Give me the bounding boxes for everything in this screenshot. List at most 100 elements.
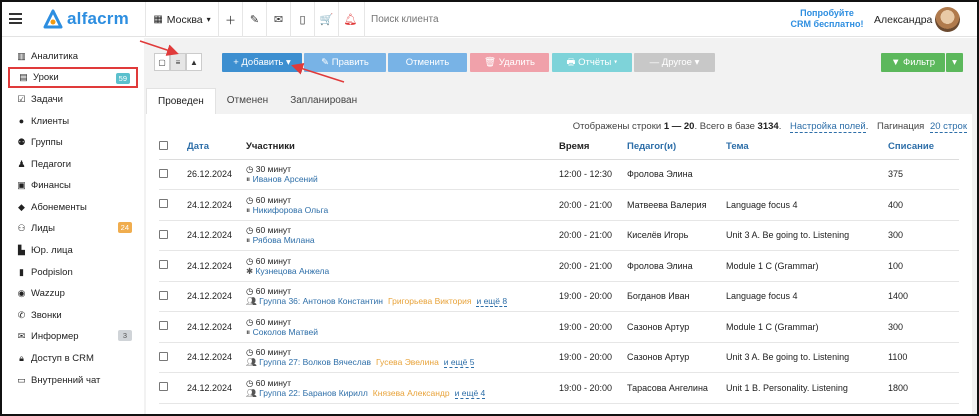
sidebar-item-tasks[interactable]: ☑ Задачи <box>8 89 138 109</box>
logo[interactable]: alfacrm <box>42 8 129 30</box>
participant-link[interactable]: Рябова Милана <box>253 235 315 245</box>
list-view-icon[interactable]: ≡ <box>170 53 186 71</box>
other-participant-link[interactable]: Григорьева Виктория <box>388 296 471 306</box>
envelope-icon[interactable]: ✉ <box>266 2 290 37</box>
reports-button[interactable]: 🖶 Отчёты ▾ <box>552 53 632 72</box>
col-topic[interactable]: Тема <box>726 135 888 160</box>
col-participants: Участники <box>246 135 559 160</box>
lessons-count-badge: 59 <box>115 73 130 84</box>
participants-line: ✱ Кузнецова Анжела <box>246 266 559 276</box>
sidebar-item-leads[interactable]: ⚇ Лиды 24 <box>8 218 138 238</box>
other-participant-link[interactable]: Князева Александр <box>373 388 450 398</box>
row-checkbox[interactable] <box>159 229 168 239</box>
wrench-icon[interactable]: ✎ <box>242 2 266 37</box>
sidebar-item-label: Аналитика <box>31 50 79 62</box>
cell-participants: ◷ 60 минут ⏸︎ Соколов Матвей <box>246 311 559 343</box>
filter-button[interactable]: ▼ Фильтр <box>881 53 945 72</box>
pagination-select[interactable]: 20 строк <box>929 121 967 133</box>
app-window: alfacrm ▦ Москва ▾ ＋ ✎ ✉ ▯ 🛒 🔔︎ Попробуй… <box>0 0 979 416</box>
client-search[interactable] <box>364 2 614 37</box>
row-checkbox[interactable] <box>159 260 168 270</box>
table-row[interactable]: 24.12.2024 ◷ 60 минут 👥︎ Группа 22: Барано… <box>159 372 959 404</box>
table-row[interactable]: 24.12.2024 ◷ 60 минут ⏸︎ Никифорова Ольга 2… <box>159 189 959 221</box>
row-checkbox[interactable] <box>159 168 168 178</box>
participants-line: 👥︎ Группа 36: Антонов Константин Григорье… <box>246 296 559 308</box>
add-button[interactable]: + Добавить ▾ <box>222 53 302 72</box>
table-row[interactable]: 24.12.2024 ◷ 60 минут ⏸︎ Соколов Матвей 19:… <box>159 311 959 343</box>
other-participant-link[interactable]: Гусева Эвелина <box>376 357 439 367</box>
select-all-checkbox[interactable] <box>159 140 168 150</box>
try-crm-free-link[interactable]: Попробуйте CRM бесплатно! <box>787 8 867 30</box>
clock-icon: ◷ <box>246 286 256 297</box>
participant-link[interactable]: Никифорова Ольга <box>253 205 329 215</box>
phone-icon[interactable]: ▯ <box>290 2 314 37</box>
promo-line-2: CRM бесплатно! <box>790 19 864 29</box>
branch-select[interactable]: ▦ Москва ▾ <box>145 2 218 37</box>
sidebar-item-clients[interactable]: ● Клиенты <box>8 111 138 131</box>
table-row[interactable]: 24.12.2024 ◷ 60 минут 👥︎ Группа 27: Волков… <box>159 342 959 373</box>
participant-link[interactable]: Иванов Арсений <box>253 174 318 184</box>
col-date[interactable]: Дата <box>187 135 246 160</box>
row-checkbox[interactable] <box>159 382 168 392</box>
other-button[interactable]: — Другое ▾ <box>634 53 715 72</box>
col-teachers[interactable]: Педагог(и) <box>627 135 726 160</box>
sidebar-item-podpislon[interactable]: ▮ Podpislon <box>8 262 138 282</box>
row-checkbox[interactable] <box>159 199 168 209</box>
row-checkbox[interactable] <box>159 290 168 300</box>
participant-link[interactable]: Кузнецова Анжела <box>255 266 329 276</box>
sidebar-item-lessons[interactable]: ▤ Уроки 59 <box>8 67 138 88</box>
field-settings-link[interactable]: Настройка полей <box>789 121 866 133</box>
edit-button[interactable]: ✎ Править <box>304 53 386 72</box>
participant-link[interactable]: Группа 22: Баранов Кирилл <box>259 388 368 398</box>
user-name[interactable]: Александра <box>874 14 932 26</box>
sidebar-item-groups[interactable]: ⚉ Группы <box>8 132 138 152</box>
avatar[interactable] <box>935 7 960 32</box>
cap-view-icon[interactable]: ▲ <box>186 53 202 71</box>
sidebar-item-subscriptions[interactable]: ◆ Абонементы <box>8 197 138 217</box>
sidebar-item-teachers[interactable]: ♟ Педагоги <box>8 154 138 174</box>
promo-line-1: Попробуйте <box>800 8 854 18</box>
sidebar-item-internal-chat[interactable]: ▭ Внутренний чат <box>8 370 138 390</box>
plus-icon[interactable]: ＋ <box>218 2 242 37</box>
cancel-button[interactable]: Отменить <box>388 53 467 72</box>
bell-icon[interactable]: 🔔︎ <box>338 2 362 37</box>
sidebar-item-wazzup[interactable]: ◉ Wazzup <box>8 283 138 303</box>
filter-dropdown-button[interactable]: ▾ <box>946 53 963 72</box>
group-icon: 👥︎ <box>246 387 260 398</box>
participants-line: ⏸︎ Никифорова Ольга <box>246 205 559 215</box>
cell-date: 24.12.2024 <box>187 311 246 343</box>
menu-icon[interactable] <box>9 13 22 24</box>
clock-icon: ◷ <box>246 164 256 175</box>
tab-completed[interactable]: Проведен <box>146 88 216 114</box>
sidebar-item-informer[interactable]: ✉ Информер 3 <box>8 326 138 346</box>
sidebar-item-analytics[interactable]: ▥ Аналитика <box>8 46 138 66</box>
search-input[interactable] <box>371 14 571 25</box>
participants-line: 👥︎ Группа 27: Волков Вячеслав Гусева Эвел… <box>246 357 559 369</box>
table-row[interactable]: 24.12.2024 ◷ 60 минут ⏸︎ Рябова Милана 20:0… <box>159 220 959 251</box>
cart-icon[interactable]: 🛒 <box>314 2 338 37</box>
more-participants-link[interactable]: и ещё 4 <box>454 387 486 399</box>
col-charge[interactable]: Списание <box>888 135 959 160</box>
more-participants-link[interactable]: и ещё 8 <box>476 296 508 308</box>
sidebar-item-crm-access[interactable]: 🔒︎ Доступ в CRM <box>8 348 138 368</box>
more-participants-link[interactable]: и ещё 5 <box>443 357 475 369</box>
table-row[interactable]: 26.12.2024 ◷ 30 минут ⏸︎ Иванов Арсений 12:… <box>159 159 959 190</box>
participant-link[interactable]: Группа 27: Волков Вячеслав <box>259 357 371 367</box>
tab-planned[interactable]: Запланирован <box>279 88 368 114</box>
cell-time: 12:00 - 12:30 <box>559 159 627 190</box>
table-row[interactable]: 24.12.2024 ◷ 60 минут ✱ Кузнецова Анжела 20… <box>159 250 959 282</box>
participant-link[interactable]: Группа 36: Антонов Константин <box>259 296 383 306</box>
delete-button[interactable]: 🗑 Удалить <box>470 53 549 72</box>
row-checkbox[interactable] <box>159 321 168 331</box>
participant-link[interactable]: Соколов Матвей <box>253 327 318 337</box>
calendar-view-icon[interactable]: ▢ <box>154 53 170 71</box>
table-row[interactable]: 24.12.2024 ◷ 60 минут 👥︎ Группа 36: Антоно… <box>159 281 959 312</box>
sidebar-item-finance[interactable]: ▣ Финансы <box>8 175 138 195</box>
pagination-label: Пагинация <box>877 121 925 132</box>
tab-cancelled[interactable]: Отменен <box>216 88 279 114</box>
sidebar-item-calls[interactable]: ✆ Звонки <box>8 305 138 325</box>
row-checkbox[interactable] <box>159 351 168 361</box>
cell-participants: ◷ 60 минут 👥︎ Группа 27: Волков Вячеслав Г… <box>246 342 559 373</box>
sidebar-item-legal-entities[interactable]: ▙ Юр. лица <box>8 240 138 260</box>
lesson-duration: ◷ 60 минут <box>246 317 559 327</box>
